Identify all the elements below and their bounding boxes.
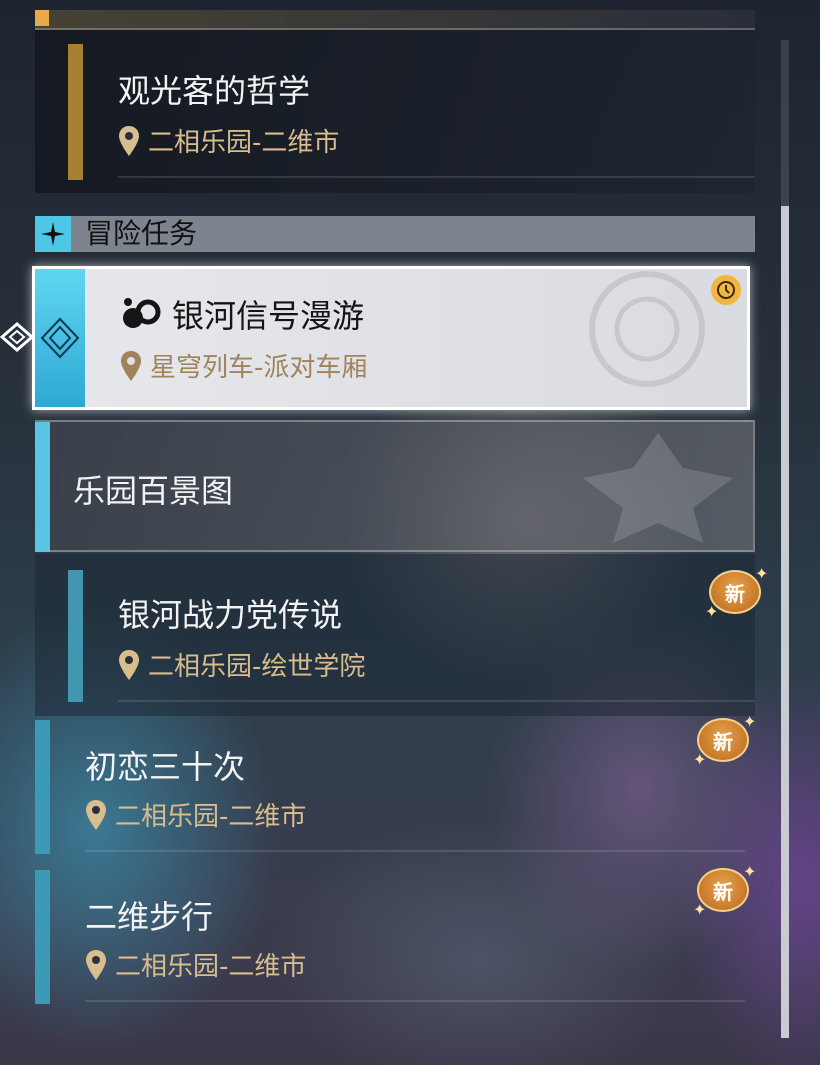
category-label: 冒险任务 — [85, 217, 198, 250]
quest-title: 观光客的哲学 — [118, 72, 311, 110]
quest-location: 二相乐园-绘世学院 — [118, 646, 365, 683]
location-label: 二相乐园-绘世学院 — [148, 652, 366, 682]
divider — [85, 850, 745, 852]
selected-quest-side-panel — [35, 269, 85, 407]
quest-item-galaxy-combat-legend[interactable]: 银河战力党传说 二相乐园-绘世学院 新 ✦ ✦ — [35, 554, 768, 716]
location-pin-icon — [119, 125, 139, 156]
new-badge-icon: 新 ✦ ✦ — [693, 712, 757, 769]
quest-type-icon — [123, 298, 161, 328]
quest-item-first-love-thirty[interactable]: 初恋三十次 二相乐园-二维市 新 ✦ ✦ — [35, 712, 756, 854]
quest-location: 二相乐园-二维市 — [85, 796, 306, 833]
quest-location: 星穹列车-派对车厢 — [120, 347, 367, 384]
quest-accent-bar — [35, 870, 50, 1004]
clock-icon — [711, 275, 741, 305]
category-adventure-quests: 冒险任务 — [35, 216, 755, 252]
decorative-emblem — [583, 433, 733, 543]
section-marker — [35, 10, 49, 26]
previous-section-header — [35, 10, 755, 30]
quest-title: 初恋三十次 — [85, 748, 246, 786]
quest-diamond-icon — [40, 317, 80, 359]
adventure-diamond-icon — [35, 216, 71, 252]
scrollbar-thumb[interactable] — [781, 206, 789, 1038]
group-title: 乐园百景图 — [73, 472, 234, 510]
divider — [118, 700, 755, 702]
location-pin-icon — [86, 799, 106, 830]
quest-item-2d-walk[interactable]: 二维步行 二相乐园-二维市 新 ✦ ✦ — [35, 862, 756, 1004]
decorative-emblem — [589, 271, 705, 387]
new-badge-icon: 新 ✦ ✦ — [693, 862, 757, 919]
quest-title-row: 银河信号漫游 — [120, 291, 364, 337]
quest-accent-bar — [35, 720, 50, 854]
location-label: 二相乐园-二维市 — [115, 802, 307, 832]
quest-accent-bar — [68, 44, 83, 180]
location-pin-icon — [119, 649, 139, 680]
divider — [118, 176, 755, 178]
quest-title: 二维步行 — [85, 898, 214, 936]
location-pin-icon — [86, 949, 106, 980]
new-badge-icon: 新 ✦ ✦ — [705, 564, 769, 621]
quest-item-tourist-philosophy[interactable]: 观光客的哲学 二相乐园-二维市 — [35, 30, 755, 193]
quest-location: 二相乐园-二维市 — [85, 946, 306, 983]
divider — [85, 1000, 745, 1002]
location-label: 二相乐园-二维市 — [115, 952, 307, 982]
group-accent-bar — [35, 422, 50, 552]
location-label: 二相乐园-二维市 — [148, 128, 340, 158]
quest-item-galaxy-signal-roaming[interactable]: 银河信号漫游 星穹列车-派对车厢 — [32, 266, 750, 410]
quest-title: 银河信号漫游 — [172, 297, 365, 335]
quest-group-park-panorama[interactable]: 乐园百景图 — [35, 420, 755, 552]
location-label: 星穹列车-派对车厢 — [150, 353, 368, 383]
location-pin-icon — [121, 350, 141, 381]
quest-title: 银河战力党传说 — [118, 596, 343, 634]
quest-accent-bar — [68, 570, 83, 702]
selected-indicator-icon — [0, 322, 34, 352]
quest-location: 二相乐园-二维市 — [118, 122, 339, 159]
